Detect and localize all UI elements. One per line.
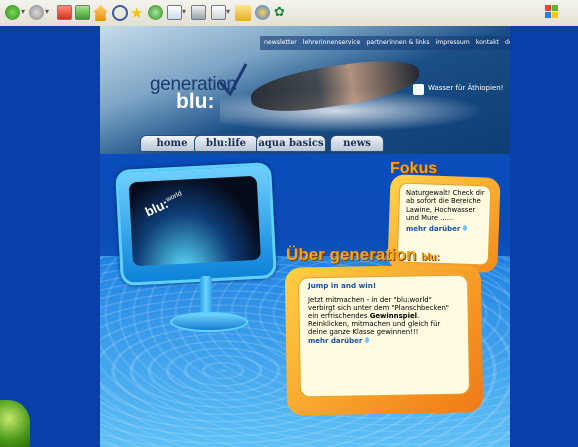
windows-logo-icon xyxy=(545,5,558,18)
monitor-base xyxy=(170,312,248,332)
nav-tab-aqua-basics[interactable]: aqua basics xyxy=(256,135,326,152)
fokus-more-link[interactable]: mehr darüber xyxy=(406,225,468,233)
uber-title-main: Über generation xyxy=(286,245,417,264)
top-link-downloads[interactable]: downloads xyxy=(505,39,510,46)
uber-more-link[interactable]: mehr darüber xyxy=(308,337,370,345)
edit-dropdown-icon[interactable]: ▾ xyxy=(226,7,230,23)
back-dropdown-icon[interactable]: ▾ xyxy=(21,7,25,23)
nav-tab-blulife[interactable]: blu:life xyxy=(194,135,258,152)
monitor-stand xyxy=(200,276,212,316)
mail-dropdown-icon[interactable]: ▾ xyxy=(182,7,186,23)
messenger-icon[interactable] xyxy=(255,5,270,20)
monitor-label-sup: world xyxy=(164,190,184,204)
nav-tab-news[interactable]: news xyxy=(330,135,384,152)
browser-toolbar: ▾ ▾ ★ ▾ ▾ ✿ xyxy=(0,0,578,27)
home-icon[interactable] xyxy=(93,5,108,21)
folder-icon[interactable] xyxy=(235,5,251,21)
uber-heading: Jump in and win! xyxy=(308,281,377,290)
wasser-icon[interactable] xyxy=(413,84,424,95)
monitor-screen: blu:world xyxy=(128,175,261,267)
back-icon[interactable] xyxy=(5,5,20,20)
bluworld-monitor[interactable]: blu:world xyxy=(115,161,277,287)
forward-dropdown-icon[interactable]: ▾ xyxy=(45,7,49,23)
water-drop-icon xyxy=(463,225,468,231)
stop-icon[interactable] xyxy=(57,5,72,20)
uber-more-label[interactable]: mehr darüber xyxy=(308,337,362,345)
search-icon[interactable] xyxy=(112,5,128,21)
uber-title-small: blu: xyxy=(421,252,440,263)
uber-text-bold: Gewinnspiel xyxy=(369,312,418,321)
monitor-label: blu:world xyxy=(143,189,186,219)
top-link-kontakt[interactable]: kontakt xyxy=(476,39,499,46)
print-icon[interactable] xyxy=(191,5,206,20)
top-link-partnerinnen[interactable]: partnerinnen & links xyxy=(366,39,429,46)
uber-text: Jetzt mitmachen - in der "blu:world" ver… xyxy=(308,296,458,336)
water-drop-icon xyxy=(365,337,370,343)
top-links-bar: newsletter lehrerinnenservice partnerinn… xyxy=(260,36,510,50)
top-link-impressum[interactable]: impressum xyxy=(436,39,470,46)
history-icon[interactable] xyxy=(148,5,163,20)
favorites-icon[interactable]: ★ xyxy=(130,5,143,21)
mail-icon[interactable] xyxy=(167,5,182,20)
uber-title: Über generation blu: xyxy=(286,245,439,265)
refresh-icon[interactable] xyxy=(75,5,90,20)
website-page: newsletter lehrerinnenservice partnerinn… xyxy=(100,26,510,447)
fokus-text: Naturgewalt! Check dir ab sofort die Ber… xyxy=(406,189,485,222)
logo-blu[interactable]: blu: xyxy=(176,90,214,114)
extra-icon[interactable]: ✿ xyxy=(274,5,285,21)
top-link-lehrerinnenservice[interactable]: lehrerinnenservice xyxy=(303,39,361,46)
edit-icon[interactable] xyxy=(211,5,226,20)
wasser-link[interactable]: Wasser für Äthiopien! xyxy=(428,84,503,92)
fokus-more-label[interactable]: mehr darüber xyxy=(406,225,460,233)
top-link-newsletter[interactable]: newsletter xyxy=(264,39,297,46)
forward-icon[interactable] xyxy=(29,5,44,20)
